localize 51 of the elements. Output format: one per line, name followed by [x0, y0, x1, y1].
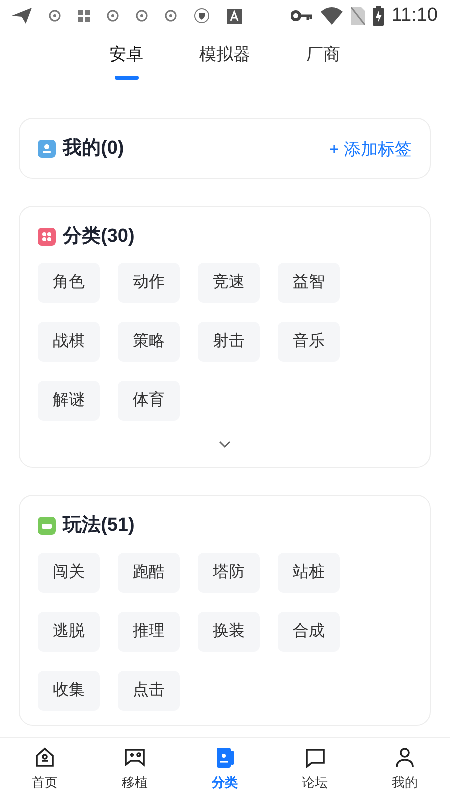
tag-chip[interactable]: 换装	[198, 612, 260, 652]
grid-badge-icon	[38, 228, 56, 246]
tag-chip[interactable]: 跑酷	[118, 552, 180, 592]
film-reel-icon	[107, 10, 119, 22]
nav-tab[interactable]: 移植	[90, 738, 180, 800]
apps-icon	[78, 10, 90, 22]
film-reel-icon	[136, 10, 148, 22]
section-title: 我的(0)	[63, 137, 124, 161]
tag-chip[interactable]: 动作	[118, 263, 180, 303]
tag-chip[interactable]: 塔防	[198, 552, 260, 592]
tag-chip[interactable]: 战棋	[38, 322, 100, 362]
tab[interactable]: 安卓	[110, 42, 144, 86]
send-icon	[12, 8, 32, 24]
nav-tab[interactable]: 论坛	[270, 738, 360, 800]
tag-chip[interactable]: 闯关	[38, 552, 100, 592]
tab[interactable]: 厂商	[306, 42, 340, 86]
nav-tab[interactable]: 我的	[360, 738, 450, 800]
battery-charging-icon	[372, 6, 384, 26]
letter-tile-icon	[227, 8, 242, 24]
tag-chip[interactable]: 策略	[118, 322, 180, 362]
tag-chip[interactable]: 点击	[118, 670, 180, 710]
tag-chip[interactable]: 收集	[38, 670, 100, 710]
tag-chip[interactable]: 站桩	[278, 552, 340, 592]
tag-chip[interactable]: 音乐	[278, 322, 340, 362]
add-tag-link[interactable]: + 添加标签	[329, 136, 412, 162]
film-reel-icon	[165, 10, 177, 22]
tag-chip[interactable]: 益智	[278, 263, 340, 303]
tag-chip[interactable]: 体育	[118, 381, 180, 421]
nav-tab[interactable]: 分类	[180, 738, 270, 800]
home-icon	[33, 746, 57, 770]
person-icon	[393, 746, 417, 770]
expand-chevron-icon[interactable]	[219, 441, 231, 449]
section-title: 分类(30)	[63, 224, 135, 248]
tag-chip[interactable]: 合成	[278, 612, 340, 652]
tag-chip[interactable]: 推理	[118, 612, 180, 652]
tag-chip[interactable]: 解谜	[38, 381, 100, 421]
person-badge-icon	[38, 140, 56, 158]
key-icon	[290, 10, 313, 22]
tag-chip[interactable]: 射击	[198, 322, 260, 362]
tab[interactable]: 模拟器	[200, 42, 250, 86]
tag-chip[interactable]: 逃脱	[38, 612, 100, 652]
tag-chip[interactable]: 竞速	[198, 263, 260, 303]
sofa-badge-icon	[38, 517, 56, 536]
no-sim-icon	[350, 7, 365, 25]
section-title: 玩法(51)	[63, 514, 135, 538]
wifi-icon	[320, 7, 343, 25]
clock-time: 11:10	[392, 4, 438, 28]
nav-tab[interactable]: 首页	[0, 738, 90, 800]
film-reel-icon	[49, 10, 61, 22]
tag-chip[interactable]: 角色	[38, 263, 100, 303]
shield-icon	[194, 8, 210, 24]
